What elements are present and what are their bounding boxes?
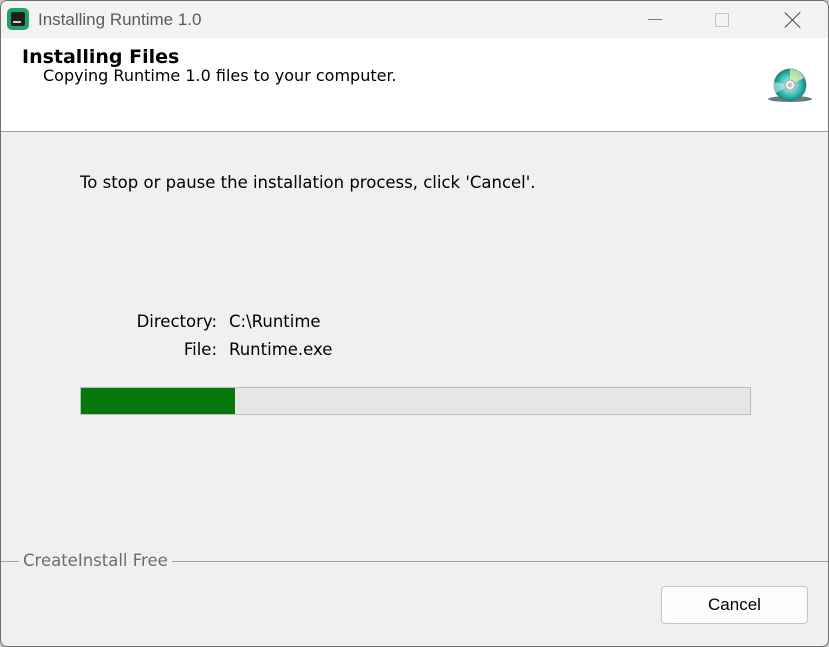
close-button[interactable] <box>760 1 826 38</box>
file-value: Runtime.exe <box>229 340 333 359</box>
instruction-text: To stop or pause the installation proces… <box>80 173 536 192</box>
wizard-header: Installing Files Copying Runtime 1.0 fil… <box>1 38 828 132</box>
maximize-icon <box>715 12 729 27</box>
installer-window: Installing Runtime 1.0 Installing Files … <box>0 0 829 647</box>
title-bar[interactable]: Installing Runtime 1.0 <box>1 1 828 38</box>
brand-label: CreateInstall Free <box>19 551 172 570</box>
minimize-button[interactable] <box>622 1 688 38</box>
file-label: File: <box>183 340 217 359</box>
cancel-button[interactable]: Cancel <box>661 586 808 624</box>
app-icon <box>7 8 29 30</box>
directory-label: Directory: <box>136 312 217 331</box>
header-subtitle: Copying Runtime 1.0 files to your comput… <box>43 66 397 85</box>
cd-disc-icon <box>768 68 812 102</box>
progress-fill <box>81 388 235 414</box>
header-title: Installing Files <box>22 46 180 68</box>
minimize-icon <box>648 19 662 20</box>
directory-value: C:\Runtime <box>229 312 321 331</box>
window-title: Installing Runtime 1.0 <box>38 10 202 29</box>
maximize-button <box>689 1 755 38</box>
install-progress-bar <box>80 387 751 415</box>
close-icon <box>784 11 802 29</box>
